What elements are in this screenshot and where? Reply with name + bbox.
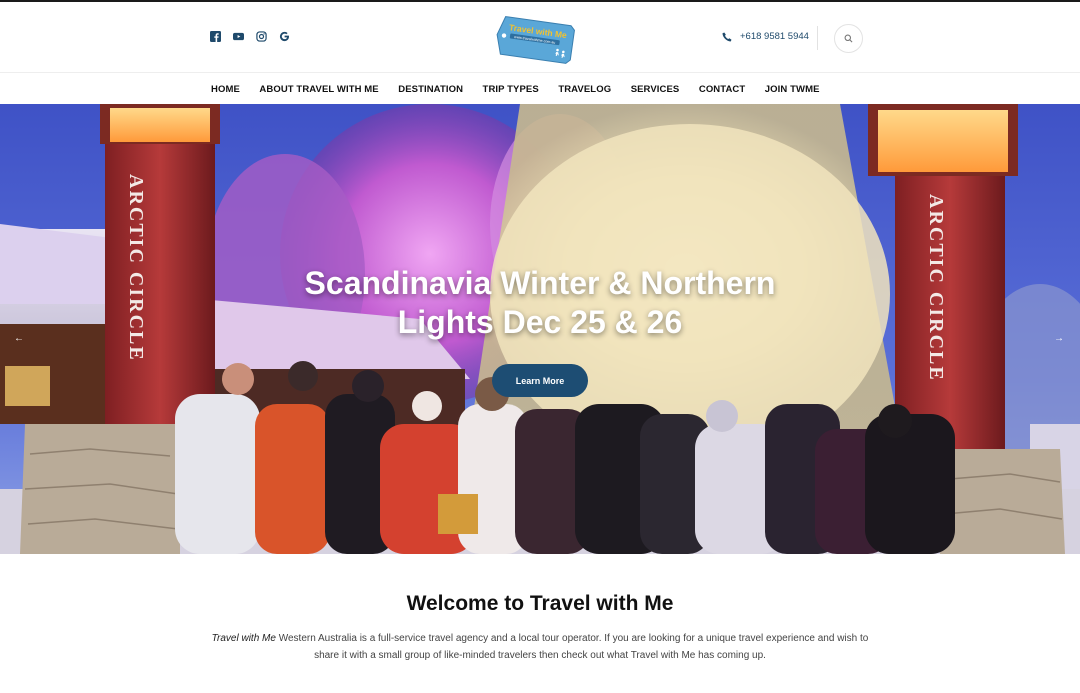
phone-contact[interactable]: +618 9581 5944 <box>722 31 809 42</box>
nav-item-about[interactable]: ABOUT TRAVEL WITH ME <box>259 84 378 95</box>
youtube-icon[interactable] <box>232 30 244 42</box>
nav-item-trip-types[interactable]: TRIP TYPES <box>483 84 539 95</box>
hero-title-line1: Scandinavia Winter & Northern <box>304 265 776 301</box>
instagram-icon[interactable] <box>255 30 267 42</box>
search-button[interactable] <box>834 24 863 53</box>
welcome-heading: Welcome to Travel with Me <box>406 592 674 615</box>
hero-title: Scandinavia Winter & Northern Lights Dec… <box>240 264 840 342</box>
site-header: Travel with Me www.travelwithme.com.au +… <box>0 2 1080 72</box>
nav-item-destination[interactable]: DESTINATION <box>398 84 463 95</box>
welcome-section: Welcome to Travel with Me Travel with Me… <box>0 554 1080 693</box>
nav-item-home[interactable]: HOME <box>211 84 240 95</box>
site-logo[interactable]: Travel with Me www.travelwithme.com.au <box>493 11 579 65</box>
hero-title-line2: Lights Dec 25 & 26 <box>397 304 683 340</box>
google-icon[interactable] <box>278 30 290 42</box>
header-divider <box>817 26 818 50</box>
social-links <box>209 30 290 42</box>
nav-item-services[interactable]: SERVICES <box>631 84 680 95</box>
nav-item-join[interactable]: JOIN TWME <box>765 84 820 95</box>
nav-item-contact[interactable]: CONTACT <box>699 84 745 95</box>
arctic-sign-right: ARCTIC CIRCLE <box>925 194 947 382</box>
welcome-text: Travel with Me Western Australia is a fu… <box>210 630 870 664</box>
hero-slider[interactable]: ARCTIC CIRCLE ARCTIC CIRCLE Scandinavia … <box>0 104 1080 554</box>
facebook-icon[interactable] <box>209 30 221 42</box>
arctic-sign-left: ARCTIC CIRCLE <box>125 174 147 362</box>
phone-number[interactable]: +618 9581 5944 <box>740 31 809 42</box>
prev-slide-icon[interactable]: ← <box>14 333 24 344</box>
nav-item-travelog[interactable]: TRAVELOG <box>558 84 611 95</box>
learn-more-button[interactable]: Learn More <box>492 364 588 397</box>
welcome-body: Western Australia is a full-service trav… <box>275 633 869 661</box>
welcome-brand: Travel with Me <box>211 633 276 644</box>
next-slide-icon[interactable]: → <box>1054 333 1064 344</box>
phone-icon <box>722 32 732 41</box>
main-nav: HOME ABOUT TRAVEL WITH ME DESTINATION TR… <box>0 72 1080 105</box>
search-icon <box>844 34 853 43</box>
